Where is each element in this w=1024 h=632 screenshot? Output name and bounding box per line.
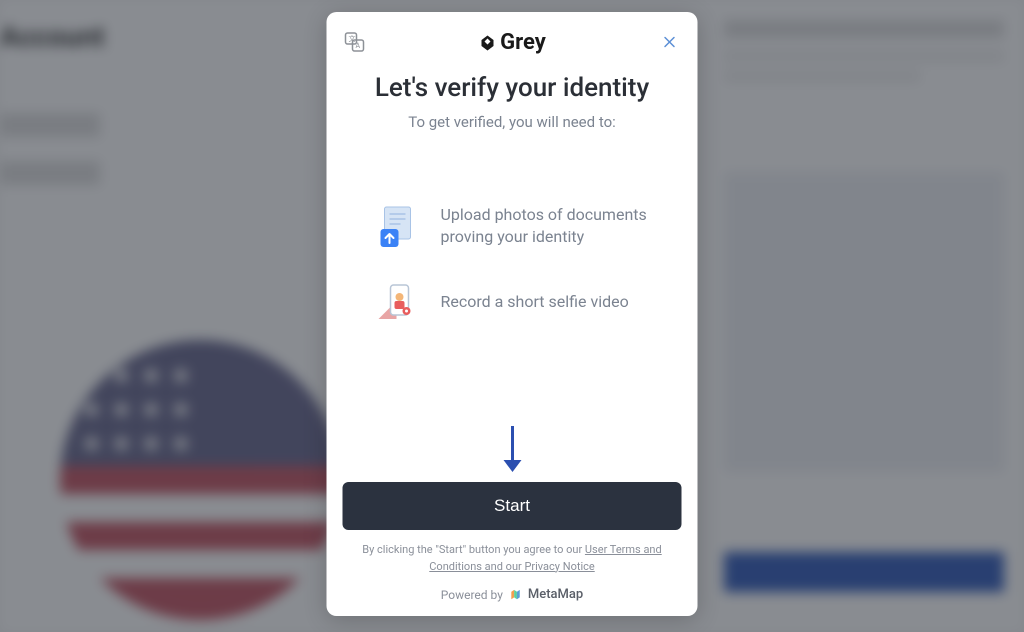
- step-text: Record a short selfie video: [441, 291, 629, 313]
- metamap-icon: [509, 587, 524, 602]
- step-upload-documents: Upload photos of documents proving your …: [373, 201, 652, 251]
- verification-modal: 文 A Grey Let's verify your identity To g…: [327, 12, 698, 616]
- svg-text:文: 文: [349, 34, 356, 43]
- modal-subtitle: To get verified, you will need to:: [343, 113, 682, 131]
- arrow-down-icon: [501, 424, 523, 474]
- brand-name: Grey: [500, 30, 546, 55]
- document-upload-icon: [373, 201, 423, 251]
- close-icon: [660, 33, 678, 51]
- brand-icon: [478, 34, 496, 52]
- close-button[interactable]: [657, 30, 681, 54]
- svg-text:A: A: [356, 42, 361, 50]
- disclaimer-pretext: By clicking the "Start" button you agree…: [362, 543, 585, 556]
- step-list: Upload photos of documents proving your …: [343, 201, 682, 396]
- powered-by-brand-name: MetaMap: [528, 587, 583, 602]
- selfie-video-icon: [373, 277, 423, 327]
- step-text: Upload photos of documents proving your …: [441, 204, 652, 249]
- brand-logo: Grey: [478, 30, 546, 55]
- powered-by: Powered by MetaMap: [343, 587, 682, 602]
- powered-by-label: Powered by: [441, 588, 503, 602]
- disclaimer-text: By clicking the "Start" button you agree…: [343, 542, 682, 575]
- language-icon[interactable]: 文 A: [343, 30, 367, 54]
- step-selfie-video: Record a short selfie video: [373, 277, 652, 327]
- modal-title: Let's verify your identity: [343, 73, 682, 103]
- modal-header: 文 A Grey: [343, 30, 682, 55]
- start-button[interactable]: Start: [343, 482, 682, 530]
- powered-by-brand: MetaMap: [509, 587, 583, 602]
